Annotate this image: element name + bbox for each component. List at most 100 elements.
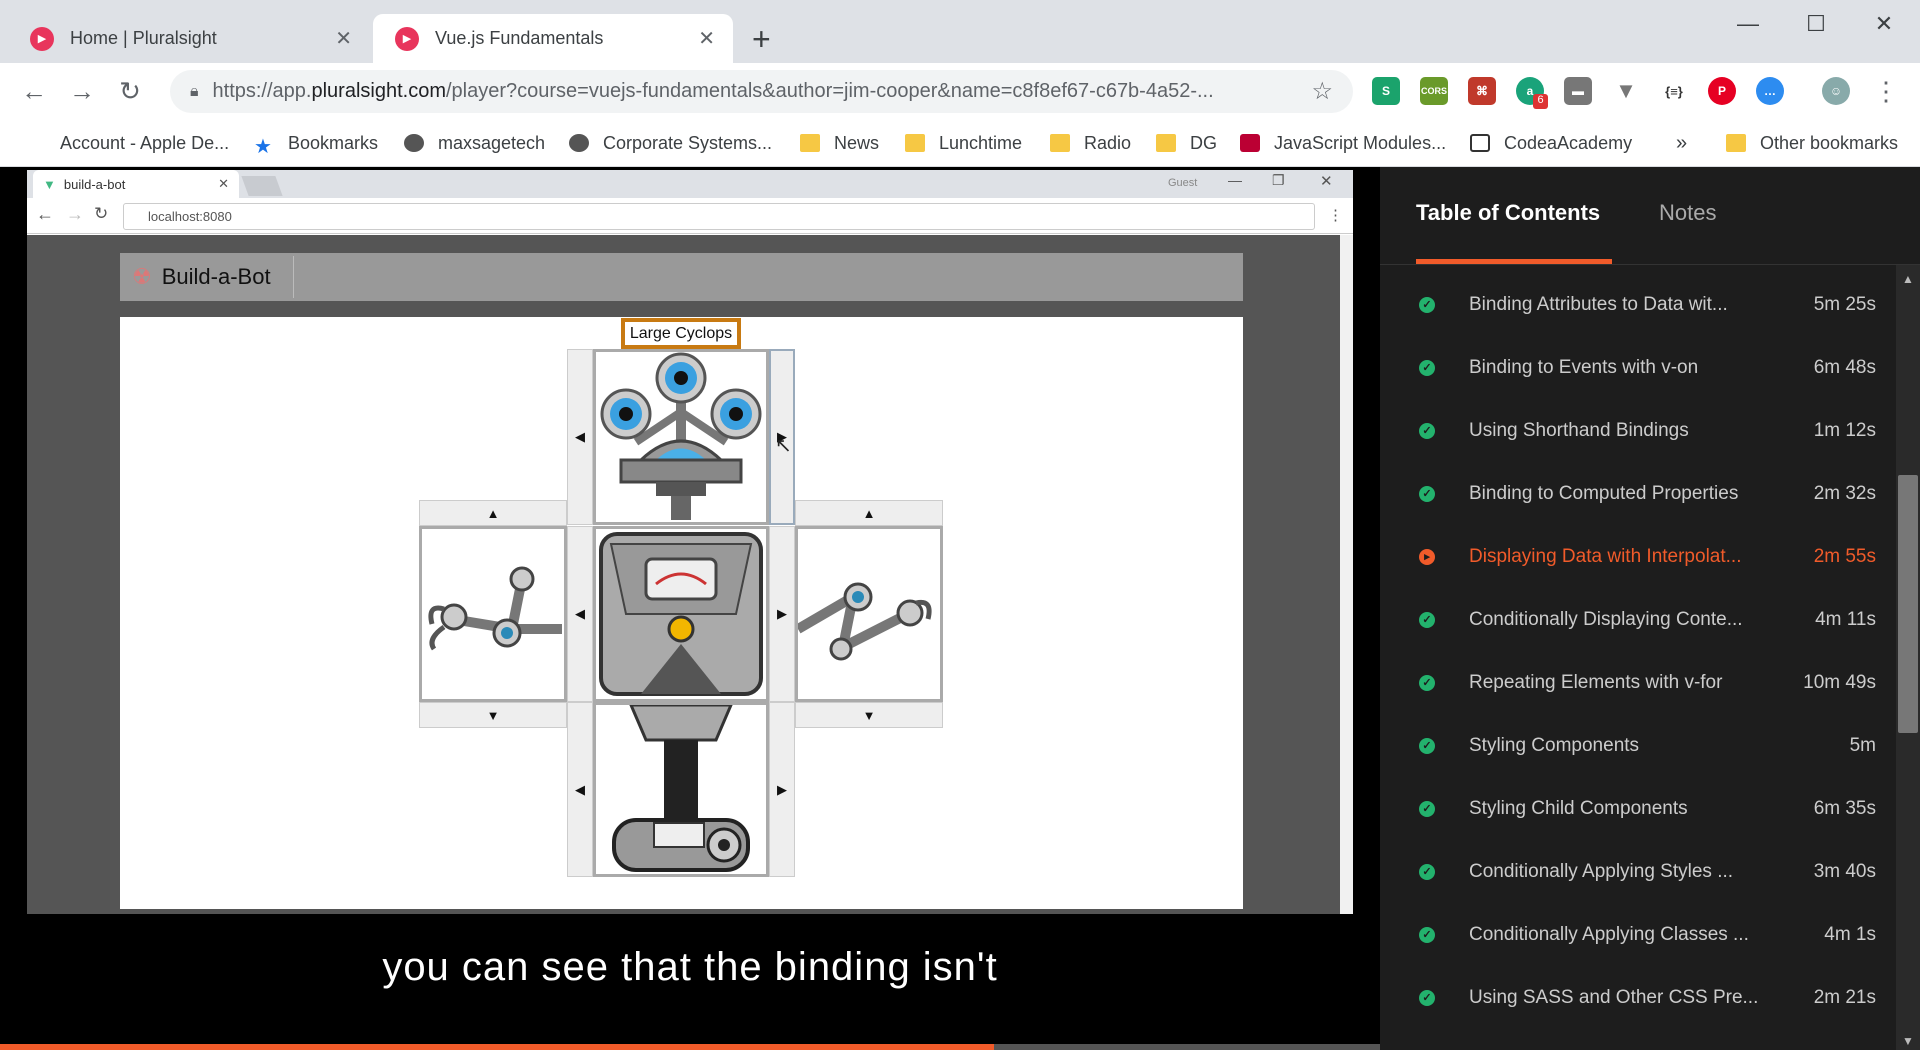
extension-s-icon[interactable]: S (1372, 77, 1400, 105)
globe-icon (569, 134, 589, 152)
bookmark-star-icon[interactable]: ☆ (1311, 77, 1333, 106)
pinterest-icon[interactable]: P (1708, 77, 1736, 105)
browser-tab-vue[interactable]: ▶ Vue.js Fundamentals ✕ (373, 14, 733, 63)
inner-back-icon: ← (36, 204, 54, 224)
playing-icon: ▸ (1419, 548, 1435, 565)
toc-item[interactable]: ✓ Conditionally Applying Classes ... 4m 1s (1380, 903, 1900, 966)
browser-tab-home[interactable]: ▶ Home | Pluralsight ✕ (8, 14, 370, 63)
bookmark-label: Account - Apple De... (60, 132, 230, 153)
check-icon: ✓ (1419, 863, 1435, 880)
base-next-button[interactable]: ▶ (769, 702, 795, 877)
vue-icon: ▼ (43, 176, 56, 192)
profile-avatar[interactable]: ☺ (1822, 77, 1850, 105)
toc-item[interactable]: ✓ Binding to Computed Properties 2m 32s (1380, 462, 1900, 525)
toc-item[interactable]: ✓ Binding to Events with v-on 6m 48s (1380, 336, 1900, 399)
toc-item[interactable]: ✓ Binding Attributes to Data wit... 5m 25s (1380, 273, 1900, 336)
tab-table-of-contents[interactable]: Table of Contents (1416, 200, 1600, 226)
site-icon (1240, 134, 1260, 152)
bookmark-item[interactable]: CodeaAcademy (1470, 128, 1632, 158)
extension-pdf-icon[interactable]: ⌘ (1468, 77, 1496, 105)
extension-badge: 6 (1533, 94, 1548, 109)
reload-icon[interactable]: ↻ (114, 75, 146, 107)
scroll-up-icon[interactable]: ▲ (1902, 272, 1914, 286)
new-tab-button[interactable]: + (752, 20, 771, 58)
toc-item[interactable]: ✓ Repeating Elements with v-for 10m 49s (1380, 651, 1900, 714)
right-arm-down-button[interactable]: ▼ (795, 702, 943, 728)
apple-icon (26, 134, 46, 152)
left-arm-image (428, 566, 562, 651)
toc-item[interactable]: ▸ Displaying Data with Interpolat... 2m 55… (1380, 525, 1900, 588)
close-tab-icon[interactable]: ✕ (698, 26, 715, 51)
extension-json-icon[interactable]: {≡} (1660, 77, 1688, 105)
bookmark-item[interactable]: Corporate Systems... (569, 128, 772, 158)
bookmark-folder[interactable]: Radio (1050, 128, 1131, 158)
maximize-button[interactable]: ☐ (1786, 8, 1846, 40)
chrome-menu-icon[interactable]: ⋮ (1870, 75, 1902, 107)
sidebar-scroll-thumb[interactable] (1898, 475, 1918, 733)
bookmark-item[interactable]: ★ Bookmarks (254, 128, 378, 159)
bookmark-folder[interactable]: DG (1156, 128, 1217, 158)
inner-restore-icon: ❐ (1272, 172, 1285, 188)
head-prev-button[interactable]: ◀ (567, 349, 593, 525)
bookmark-item[interactable]: JavaScript Modules... (1240, 128, 1446, 158)
right-arm-up-button[interactable]: ▲ (795, 500, 943, 526)
toc-item-duration: 5m (1849, 734, 1876, 756)
back-icon[interactable]: ← (18, 75, 50, 107)
bookmarks-overflow-button[interactable]: » (1676, 128, 1687, 158)
toc-item-duration: 2m 32s (1813, 482, 1876, 504)
minimize-button[interactable]: — (1718, 8, 1778, 40)
bookmark-folder[interactable]: Lunchtime (905, 128, 1022, 158)
forward-icon[interactable]: → (66, 75, 98, 107)
site-icon (1470, 134, 1490, 152)
toc-item-title: Conditionally Displaying Conte... (1469, 608, 1743, 630)
toc-item[interactable]: ✓ Conditionally Displaying Conte... 4m 11s (1380, 588, 1900, 651)
check-icon: ✓ (1419, 296, 1435, 313)
toc-item-duration: 10m 49s (1803, 671, 1876, 693)
active-tab-underline (1416, 259, 1612, 264)
toc-item-duration: 6m 48s (1813, 356, 1876, 378)
url-host: pluralsight.com (311, 80, 446, 102)
app-title: Build-a-Bot (161, 264, 271, 289)
close-window-button[interactable]: ✕ (1854, 8, 1914, 40)
close-tab-icon[interactable]: ✕ (335, 26, 352, 51)
check-icon: ✓ (1419, 422, 1435, 439)
base-part (593, 702, 769, 877)
inner-tab: ▼ build-a-bot ✕ (33, 170, 239, 198)
other-bookmarks[interactable]: Other bookmarks (1726, 128, 1898, 158)
bookmark-label: Other bookmarks (1760, 132, 1899, 153)
toc-item-title: Binding Attributes to Data wit... (1469, 293, 1728, 315)
tab-notes[interactable]: Notes (1659, 200, 1716, 226)
toc-item-title: Styling Child Components (1469, 797, 1688, 819)
toc-item[interactable]: ✓ Styling Child Components 6m 35s (1380, 777, 1900, 840)
check-icon: ✓ (1419, 989, 1435, 1006)
toc-item-duration: 1m 12s (1813, 419, 1876, 441)
mouse-cursor-icon: ↖ (775, 435, 792, 457)
left-arm-down-button[interactable]: ▼ (419, 702, 567, 728)
toc-item-title: Binding to Computed Properties (1469, 482, 1739, 504)
scroll-down-icon[interactable]: ▼ (1902, 1034, 1914, 1048)
toc-item[interactable]: ✓ Using Shorthand Bindings 1m 12s (1380, 399, 1900, 462)
bookmark-folder[interactable]: News (800, 128, 879, 158)
toc-item-title: Binding to Events with v-on (1469, 356, 1699, 378)
star-icon: ★ (254, 136, 272, 158)
toc-item[interactable]: ✓ Styling Components 5m (1380, 714, 1900, 777)
video-progress-bar[interactable] (0, 1044, 1380, 1050)
left-arm-up-button[interactable]: ▲ (419, 500, 567, 526)
extension-comment-icon[interactable]: ▬ (1564, 77, 1592, 105)
bookmark-item[interactable]: Account - Apple De... (26, 128, 229, 158)
base-prev-button[interactable]: ◀ (567, 702, 593, 877)
inner-url-text: localhost:8080 (148, 209, 232, 224)
inner-minimize-icon: — (1228, 172, 1242, 188)
torso-next-button[interactable]: ▶ (769, 526, 795, 702)
inner-forward-icon: → (66, 204, 84, 224)
address-bar[interactable]: 🔒︎ https://app. pluralsight.com/player?co… (170, 70, 1353, 113)
torso-prev-button[interactable]: ◀ (567, 526, 593, 702)
toc-item[interactable]: ✓ Using SASS and Other CSS Pre... 2m 21s (1380, 966, 1900, 1029)
extension-v-icon[interactable]: ▼ (1612, 77, 1640, 105)
bookmark-item[interactable]: maxsagetech (404, 128, 545, 158)
bookmark-label: CodeaAcademy (1504, 132, 1633, 153)
toc-item[interactable]: ✓ Conditionally Applying Styles ... 3m 40s (1380, 840, 1900, 903)
head-name-label: Large Cyclops (621, 318, 741, 349)
extension-cors-icon[interactable]: CORS (1420, 77, 1448, 105)
messenger-icon[interactable]: … (1756, 77, 1784, 105)
